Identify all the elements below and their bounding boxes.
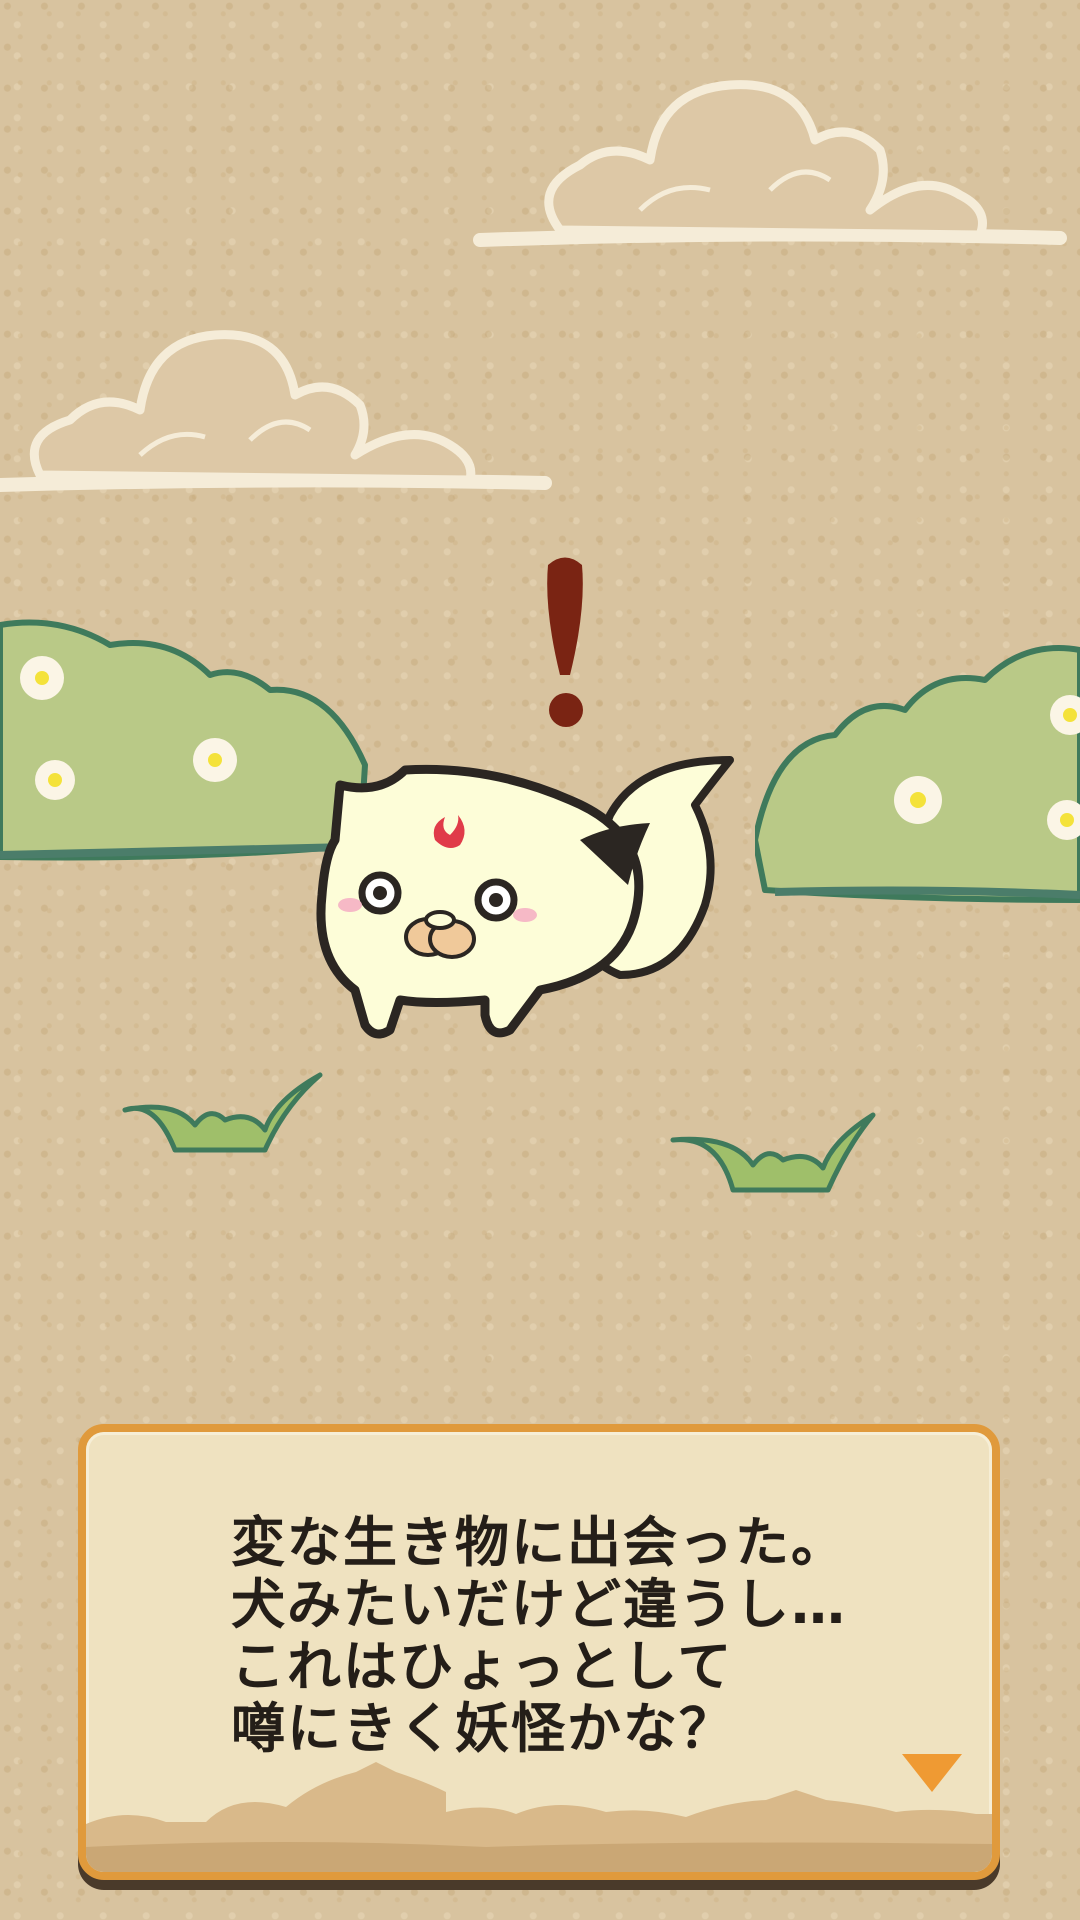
flower-icon xyxy=(193,738,237,782)
exclamation-mark-icon xyxy=(547,557,583,727)
dialog-line-1: 変な生き物に出会った。 xyxy=(231,1511,847,1574)
bush-right xyxy=(755,645,1080,903)
cloud-top-right xyxy=(473,80,1067,247)
flower-icon xyxy=(35,760,75,800)
flower-icon xyxy=(20,656,64,700)
dialog-line-4: 噂にきく妖怪かな？ xyxy=(231,1697,735,1760)
dialog-line-3: これはひょっとして xyxy=(231,1635,734,1698)
dialog-box[interactable]: 変な生き物に出会った。 犬みたいだけど違うし… これはひょっとして 噂にきく妖怪… xyxy=(78,1424,1000,1880)
next-triangle-icon[interactable] xyxy=(902,1754,962,1792)
grass-tuft-right xyxy=(670,1112,876,1193)
game-scene[interactable]: 変な生き物に出会った。 犬みたいだけど違うし… これはひょっとして 噂にきく妖怪… xyxy=(0,0,1080,1920)
grass-tuft-left xyxy=(122,1072,323,1153)
yokai-creature[interactable] xyxy=(310,745,770,1045)
village-silhouette xyxy=(86,1762,992,1872)
flower-icon xyxy=(894,776,942,824)
dialog-text: 変な生き物に出会った。 犬みたいだけど違うし… これはひょっとして 噂にきく妖怪… xyxy=(231,1512,931,1760)
cloud-left xyxy=(0,330,552,492)
dialog-line-2: 犬みたいだけど違うし… xyxy=(231,1573,847,1636)
